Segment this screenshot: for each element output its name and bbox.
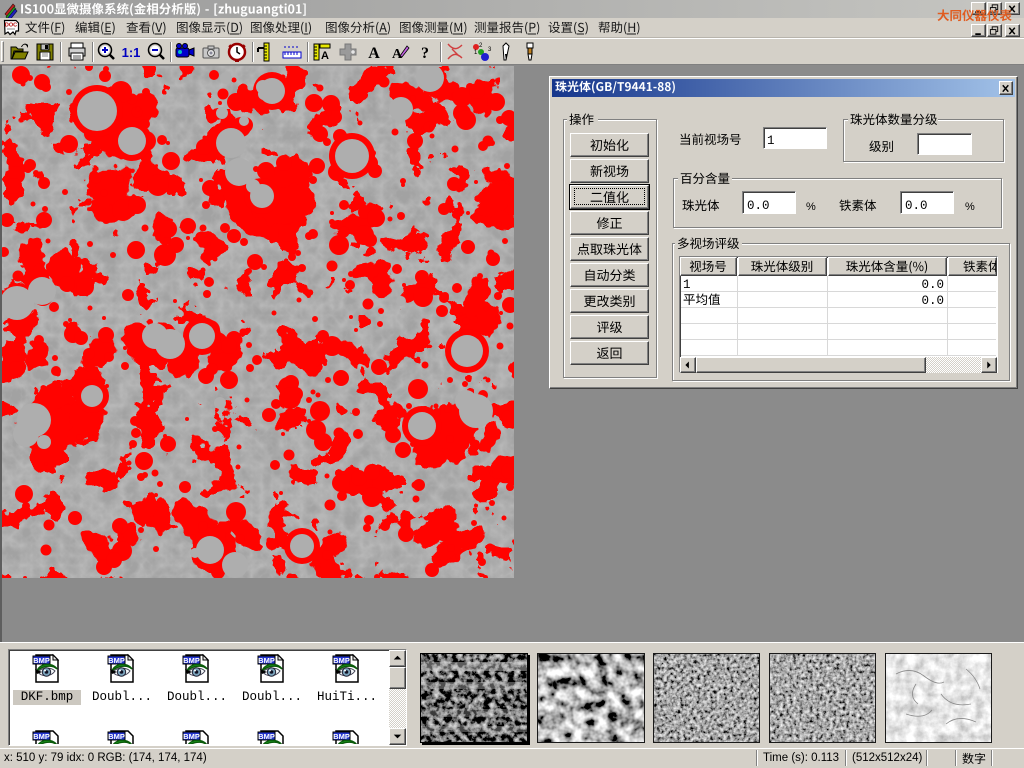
svg-text:1:1: 1:1 bbox=[122, 45, 141, 60]
svg-text:1: 1 bbox=[474, 50, 478, 56]
svg-text:A: A bbox=[321, 50, 329, 62]
svg-text:?: ? bbox=[421, 45, 429, 62]
svg-text:2: 2 bbox=[479, 43, 483, 49]
svg-text:A: A bbox=[368, 45, 380, 62]
svg-text:DOC: DOC bbox=[5, 23, 17, 29]
svg-text:3: 3 bbox=[488, 47, 492, 53]
